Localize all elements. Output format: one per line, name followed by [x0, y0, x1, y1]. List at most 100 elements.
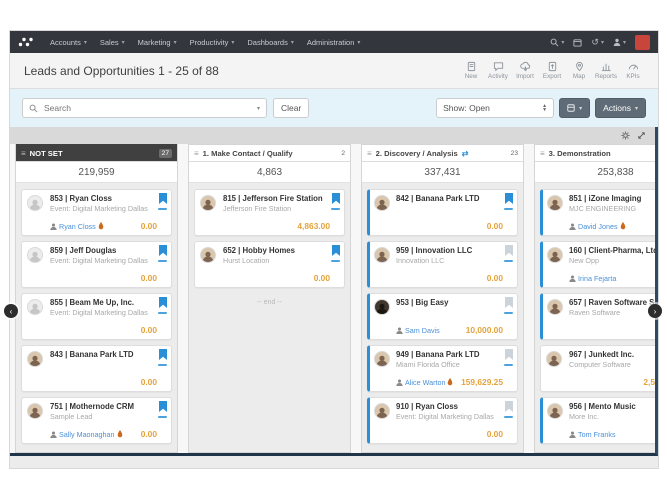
bookmark-icon[interactable] [505, 297, 513, 308]
show-filter-select[interactable]: Show: Open ▲▼ [436, 98, 554, 118]
nav-menu-productivity[interactable]: Productivity▾ [190, 38, 235, 47]
bookmark-icon[interactable] [159, 193, 167, 204]
kanban-card[interactable]: 910 | Ryan ClossEvent: Digital Marketing… [367, 397, 518, 444]
activity-button[interactable]: Activity [487, 61, 509, 80]
kpis-button[interactable]: KPIs [622, 61, 644, 80]
card-menu-icon[interactable] [504, 208, 513, 210]
kanban-card[interactable]: 751 | Mothernode CRMSample LeadSally Mao… [21, 397, 172, 444]
contact-link[interactable]: David Jones [569, 222, 626, 231]
kanban-card[interactable]: 959 | Innovation LLCInnovation LLC0.00 [367, 241, 518, 288]
export-button[interactable]: Export [541, 61, 563, 80]
import-button[interactable]: Import [514, 61, 536, 80]
new-button[interactable]: New [460, 61, 482, 80]
kanban-card[interactable]: 843 | Banana Park LTD0.00 [21, 345, 172, 392]
map-button[interactable]: Map [568, 61, 590, 80]
kanban-card[interactable]: 956 | Mento MusicMore Inc.Tom Franks0.00 [540, 397, 655, 444]
clear-button[interactable]: Clear [273, 98, 309, 118]
card-footer: 0.00 [50, 325, 157, 335]
kanban-card[interactable]: 949 | Banana Park LTDMiami Florida Offic… [367, 345, 518, 392]
contact-name: Alice Warton [405, 378, 445, 387]
tool-label: Activity [488, 73, 508, 80]
history-icon[interactable]: ↺▾ [591, 37, 604, 48]
logout-button[interactable] [635, 35, 650, 50]
contact-link[interactable]: Sally Maonaghan [50, 430, 123, 439]
contact-link[interactable]: Tom Franks [569, 430, 616, 439]
column-header[interactable]: ≡NOT SET27 [16, 144, 177, 162]
bookmark-icon[interactable] [159, 349, 167, 360]
kanban-card[interactable]: 851 | iZone ImagingMJC ENGINEERINGDavid … [540, 189, 655, 236]
avatar-silhouette-icon [549, 303, 561, 314]
bookmark-icon[interactable] [505, 193, 513, 204]
column-header[interactable]: ≡2. Discovery / Analysis⇄23 [362, 144, 523, 162]
reports-button[interactable]: Reports [595, 61, 617, 80]
calendar-icon[interactable] [573, 38, 582, 47]
kanban-card[interactable]: 657 | Raven Software Solutions IncRaven … [540, 293, 655, 340]
card-footer: 0.00 [569, 325, 655, 335]
scroll-right-button[interactable]: › [648, 304, 662, 318]
kanban-card[interactable]: 859 | Jeff DouglasEvent: Digital Marketi… [21, 241, 172, 288]
contact-link[interactable]: Sam Davis [396, 326, 440, 335]
nav-menu-sales[interactable]: Sales▾ [100, 38, 125, 47]
grip-icon: ≡ [540, 149, 545, 158]
contact-link[interactable]: Irina Fejarta [569, 274, 616, 283]
kanban-card[interactable]: 815 | Jefferson Fire StationJefferson Fi… [194, 189, 345, 236]
gear-icon[interactable] [621, 131, 630, 140]
bookmark-icon[interactable] [505, 245, 513, 256]
card-title: 843 | Banana Park LTD [50, 350, 157, 359]
card-menu-icon[interactable] [158, 364, 167, 366]
avatar [200, 195, 216, 211]
column-sort-icon[interactable]: ⇄ [462, 149, 469, 158]
column-header[interactable]: ≡1. Make Contact / Qualify2 [189, 144, 350, 162]
card-menu-icon[interactable] [158, 208, 167, 210]
bookmark-icon[interactable] [159, 401, 167, 412]
kanban-card[interactable]: 967 | Junkedt Inc.Computer Software2,500… [540, 345, 655, 392]
app-logo-icon[interactable] [18, 35, 40, 49]
kanban-card[interactable]: 953 | Big EasySam Davis10,000.00 [367, 293, 518, 340]
search-box[interactable]: ▾ [22, 98, 267, 118]
scroll-left-button[interactable]: ‹ [4, 304, 18, 318]
kanban-card[interactable]: 853 | Ryan ClossEvent: Digital Marketing… [21, 189, 172, 236]
bookmark-icon[interactable] [505, 349, 513, 360]
actions-button[interactable]: Actions ▾ [595, 98, 646, 118]
bookmark-icon[interactable] [159, 245, 167, 256]
card-menu-icon[interactable] [331, 260, 340, 262]
chevron-down-icon: ▾ [257, 105, 260, 112]
bookmark-icon[interactable] [505, 401, 513, 412]
user-icon[interactable]: ▾ [613, 38, 626, 46]
avatar [547, 299, 563, 315]
global-search-icon[interactable]: ▾ [550, 38, 564, 47]
contact-link[interactable]: Ryan Closs [50, 222, 104, 231]
nav-menu-administration[interactable]: Administration▾ [307, 38, 361, 47]
card-menu-icon[interactable] [158, 416, 167, 418]
bookmark-icon[interactable] [332, 193, 340, 204]
card-menu-icon[interactable] [504, 260, 513, 262]
kanban-card[interactable]: 842 | Banana Park LTD0.00 [367, 189, 518, 236]
expand-icon[interactable] [637, 131, 646, 140]
kanban-card[interactable]: 652 | Hobby HomesHurst Location0.00 [194, 241, 345, 288]
avatar [546, 351, 562, 367]
kanban-card[interactable]: 160 | Client-Pharma, Ltd.New OppIrina Fe… [540, 241, 655, 288]
nav-menu-accounts[interactable]: Accounts▾ [50, 38, 87, 47]
nav-menu-dashboards[interactable]: Dashboards▾ [247, 38, 293, 47]
avatar-silhouette-icon [549, 199, 561, 210]
layout-toggle-button[interactable]: ▾ [559, 98, 590, 118]
tool-label: KPIs [626, 73, 639, 80]
search-input[interactable] [44, 103, 251, 113]
contact-link[interactable]: Alice Warton [396, 378, 453, 387]
bookmark-icon[interactable] [159, 297, 167, 308]
bookmark-icon[interactable] [332, 245, 340, 256]
column-header[interactable]: ≡3. Demonstration [535, 144, 655, 162]
card-menu-icon[interactable] [504, 364, 513, 366]
column-total: 4,863 [189, 162, 350, 183]
contact-name: Irina Fejarta [578, 274, 616, 283]
card-menu-icon[interactable] [504, 416, 513, 418]
card-menu-icon[interactable] [158, 260, 167, 262]
chevron-down-icon: ▾ [174, 39, 177, 46]
card-menu-icon[interactable] [331, 208, 340, 210]
nav-menu-marketing[interactable]: Marketing▾ [138, 38, 177, 47]
top-navbar: Accounts▾ Sales▾ Marketing▾ Productivity▾ Da… [10, 31, 658, 53]
select-stepper-icon: ▲▼ [542, 104, 547, 112]
card-menu-icon[interactable] [504, 312, 513, 314]
card-menu-icon[interactable] [158, 312, 167, 314]
kanban-card[interactable]: 855 | Beam Me Up, Inc.Event: Digital Mar… [21, 293, 172, 340]
